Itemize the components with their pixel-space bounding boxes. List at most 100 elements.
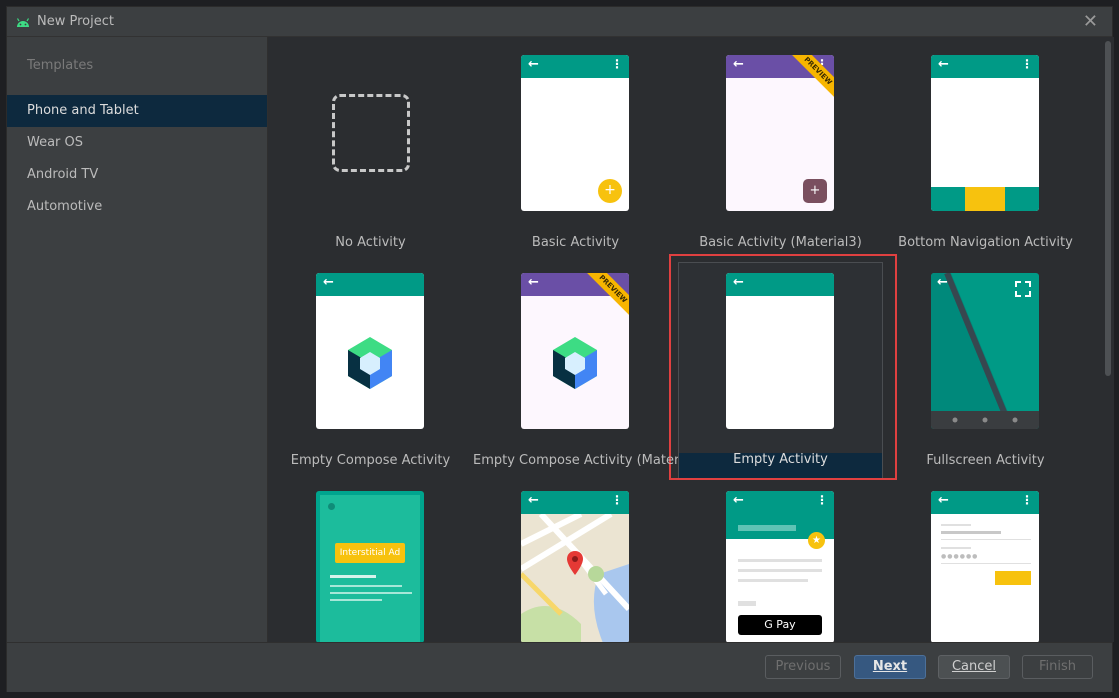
template-label: Fullscreen Activity bbox=[926, 453, 1045, 468]
previous-button[interactable]: Previous bbox=[765, 655, 841, 679]
template-basic-activity[interactable]: ← ⋮ + Basic Activity bbox=[473, 37, 678, 250]
app-bar: ← ⋮ bbox=[521, 55, 629, 78]
text-line bbox=[738, 601, 756, 606]
overflow-menu-icon: ⋮ bbox=[1021, 493, 1033, 507]
bottom-nav-selected-item bbox=[965, 187, 1005, 211]
template-no-activity[interactable]: No Activity bbox=[268, 37, 473, 250]
template-empty-activity[interactable]: ← Empty Activity bbox=[678, 255, 883, 467]
interstitial-ad-badge: Interstitial Ad bbox=[335, 543, 405, 563]
dialog-footer: Previous Next Cancel Finish bbox=[7, 642, 1112, 692]
back-arrow-icon: ← bbox=[733, 57, 744, 72]
bottom-navigation-bar bbox=[931, 187, 1039, 211]
window-title: New Project bbox=[37, 14, 114, 29]
phone-preview: ← bbox=[316, 273, 424, 429]
phone-preview: ← ⋮ ●●●●●● bbox=[931, 491, 1039, 642]
text-line bbox=[738, 559, 822, 562]
text-line bbox=[330, 592, 412, 594]
sidebar-item-android-tv[interactable]: Android TV bbox=[7, 159, 267, 191]
title-bar: New Project ✕ bbox=[7, 7, 1112, 37]
back-arrow-icon: ← bbox=[938, 57, 949, 72]
sidebar-item-automotive[interactable]: Automotive bbox=[7, 191, 267, 223]
text-line bbox=[330, 599, 382, 601]
compose-logo-icon bbox=[348, 337, 392, 389]
sign-in-button-preview bbox=[995, 571, 1031, 585]
template-label: Empty Activity bbox=[733, 452, 828, 467]
dot-icon bbox=[328, 503, 335, 510]
phone-preview: ← bbox=[726, 273, 834, 429]
template-category-sidebar: Templates Phone and Tablet Wear OS Andro… bbox=[7, 37, 268, 642]
template-empty-compose-activity-material3[interactable]: ← PREVIEW Empty Compose Activity (Materi… bbox=[473, 255, 678, 468]
back-arrow-icon: ← bbox=[528, 493, 539, 508]
dashed-placeholder-icon bbox=[332, 94, 410, 172]
android-icon bbox=[16, 18, 30, 27]
back-arrow-icon: ← bbox=[733, 493, 744, 508]
template-bottom-navigation-activity[interactable]: ← ⋮ Bottom Navigation Activity bbox=[883, 37, 1088, 250]
template-login-activity[interactable]: ← ⋮ ●●●●●● bbox=[883, 473, 1088, 642]
cancel-button[interactable]: Cancel bbox=[938, 655, 1010, 679]
template-empty-compose-activity[interactable]: ← Empty Compose Activity bbox=[268, 255, 473, 468]
template-fullscreen-activity[interactable]: ← Fullscreen Activity bbox=[883, 255, 1088, 468]
template-label: Bottom Navigation Activity bbox=[898, 235, 1073, 250]
template-label: Basic Activity (Material3) bbox=[699, 235, 862, 250]
new-project-dialog: New Project ✕ Templates Phone and Tablet… bbox=[6, 6, 1114, 692]
divider bbox=[941, 563, 1031, 564]
text-line bbox=[941, 547, 971, 549]
title-placeholder bbox=[738, 525, 796, 531]
template-label: Empty Compose Activity (Material... bbox=[473, 453, 678, 468]
phone-preview: ← PREVIEW bbox=[521, 273, 629, 429]
sidebar-item-phone-and-tablet[interactable]: Phone and Tablet bbox=[7, 95, 267, 127]
text-line bbox=[941, 531, 1001, 534]
app-bar: ← ⋮ bbox=[931, 491, 1039, 514]
phone-preview: ← ⋮ bbox=[521, 491, 629, 642]
template-google-maps-activity[interactable]: ← ⋮ bbox=[473, 473, 678, 642]
overflow-menu-icon: ⋮ bbox=[611, 57, 623, 71]
star-icon: ★ bbox=[808, 532, 825, 549]
fab-plus-icon: + bbox=[803, 179, 827, 203]
phone-preview: ← ⋮ bbox=[931, 55, 1039, 211]
map-pin-icon bbox=[567, 551, 583, 575]
map-graphic bbox=[521, 514, 629, 642]
template-gallery: No Activity ← ⋮ + Basic Activity ← ⋮ PRE… bbox=[268, 37, 1102, 642]
app-bar: ← ⋮ bbox=[931, 55, 1039, 78]
template-label: Empty Compose Activity bbox=[290, 453, 451, 468]
compose-logo-icon bbox=[553, 337, 597, 389]
phone-preview: ← ⋮ + bbox=[521, 55, 629, 211]
templates-heading: Templates bbox=[27, 58, 94, 73]
back-arrow-icon: ← bbox=[733, 275, 744, 290]
fab-plus-icon: + bbox=[598, 179, 622, 203]
phone-preview: ← ⋮ PREVIEW + bbox=[726, 55, 834, 211]
text-line bbox=[330, 585, 402, 587]
next-button[interactable]: Next bbox=[854, 655, 926, 679]
back-arrow-icon: ← bbox=[528, 275, 539, 290]
template-google-pay-activity[interactable]: ← ⋮ ★ G Pay bbox=[678, 473, 883, 642]
phone-preview: ← bbox=[931, 273, 1039, 429]
overflow-menu-icon: ⋮ bbox=[1021, 57, 1033, 71]
scrollbar-thumb[interactable] bbox=[1105, 41, 1111, 376]
phone-preview: Interstitial Ad bbox=[316, 491, 424, 642]
overflow-menu-icon: ⋮ bbox=[816, 493, 828, 507]
template-label: Basic Activity bbox=[531, 235, 620, 250]
phone-preview: ← ⋮ ★ G Pay bbox=[726, 491, 834, 642]
template-label: No Activity bbox=[335, 235, 406, 250]
text-line bbox=[738, 579, 808, 582]
back-arrow-icon: ← bbox=[937, 275, 948, 290]
app-bar: ← bbox=[726, 273, 834, 296]
close-icon[interactable]: ✕ bbox=[1083, 11, 1098, 32]
gallery-scrollbar[interactable] bbox=[1102, 37, 1114, 642]
text-line bbox=[330, 575, 376, 578]
app-bar: ← bbox=[316, 273, 424, 296]
divider bbox=[941, 539, 1031, 540]
template-basic-activity-material3[interactable]: ← ⋮ PREVIEW + Basic Activity (Material3) bbox=[678, 37, 883, 250]
template-interstitial-ad[interactable]: Interstitial Ad bbox=[268, 473, 473, 642]
password-dots-icon: ●●●●●● bbox=[941, 553, 979, 560]
back-arrow-icon: ← bbox=[323, 275, 334, 290]
finish-button[interactable]: Finish bbox=[1022, 655, 1093, 679]
back-arrow-icon: ← bbox=[528, 57, 539, 72]
app-bar: ← ⋮ bbox=[521, 491, 629, 514]
back-arrow-icon: ← bbox=[938, 493, 949, 508]
overflow-menu-icon: ⋮ bbox=[611, 493, 623, 507]
text-line bbox=[941, 524, 971, 526]
interstitial-panel: Interstitial Ad bbox=[320, 495, 420, 642]
text-line bbox=[738, 569, 822, 572]
sidebar-item-wear-os[interactable]: Wear OS bbox=[7, 127, 267, 159]
